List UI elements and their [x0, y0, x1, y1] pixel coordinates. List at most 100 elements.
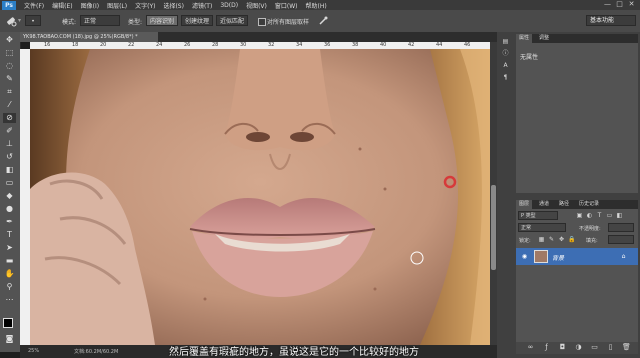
menu-select[interactable]: 选择(S): [159, 1, 188, 10]
video-subtitle: 然后覆盖有瑕疵的地方，虽说这是它的一个比较好的地方: [169, 347, 419, 358]
filter-pixel-icon[interactable]: ▣: [576, 212, 583, 219]
tab-history[interactable]: 历史记录: [576, 200, 602, 209]
path-select-tool-icon[interactable]: ➤: [3, 243, 16, 253]
menu-view[interactable]: 视图(V): [242, 1, 271, 10]
delete-layer-icon[interactable]: 🗑: [622, 343, 631, 352]
blur-tool-icon[interactable]: ◆: [3, 191, 16, 201]
layer-name[interactable]: 背景: [552, 253, 564, 262]
lock-position-icon[interactable]: ✥: [558, 236, 565, 243]
zoom-tool-icon[interactable]: ⚲: [3, 282, 16, 292]
tool-preset-arrow-icon[interactable]: ▾: [18, 17, 21, 24]
clone-stamp-tool-icon[interactable]: ⊥: [3, 139, 16, 149]
layers-panel: P 类型 ▣ ◐ T ▭ ◧ 正常 不透明度: 锁定: ▦ ✎ ✥ 🔒 填充:: [516, 209, 638, 354]
tab-channels[interactable]: 通道: [536, 200, 552, 209]
layer-thumbnail[interactable]: [534, 250, 548, 263]
opacity-field[interactable]: [608, 223, 634, 232]
ruler-mark: 32: [268, 42, 275, 48]
adjustment-layer-icon[interactable]: ◑: [574, 343, 583, 352]
type-label: 类型:: [128, 19, 143, 26]
move-tool-icon[interactable]: ✥: [3, 35, 16, 45]
menu-file[interactable]: 文件(F): [20, 1, 48, 10]
menu-help[interactable]: 帮助(H): [302, 1, 331, 10]
link-layers-icon[interactable]: ∞: [526, 343, 535, 352]
workspace-select[interactable]: 基本功能: [586, 15, 636, 26]
crop-tool-icon[interactable]: ⌗: [3, 87, 16, 97]
history-brush-tool-icon[interactable]: ↺: [3, 152, 16, 162]
filter-smart-icon[interactable]: ◧: [616, 212, 623, 219]
quick-mask-icon[interactable]: ◙: [3, 334, 16, 344]
shape-tool-icon[interactable]: ▬: [3, 256, 16, 266]
info-panel-icon[interactable]: ⓘ: [502, 50, 509, 57]
pressure-brush-icon[interactable]: [318, 16, 328, 26]
type-content-aware-button[interactable]: 内容识别: [146, 15, 179, 26]
filter-adjust-icon[interactable]: ◐: [586, 212, 593, 219]
lasso-tool-icon[interactable]: ◌: [3, 61, 16, 71]
brush-size-picker[interactable]: •: [25, 15, 41, 26]
fill-field[interactable]: [608, 235, 634, 244]
lock-paint-icon[interactable]: ✎: [548, 236, 555, 243]
maximize-icon[interactable]: □: [616, 1, 623, 8]
document-tab[interactable]: YK98.TAOBAO.COM (18).jpg @ 25%(RGB/8*) *: [20, 32, 158, 42]
dodge-tool-icon[interactable]: ●: [3, 204, 16, 214]
brush-tool-icon[interactable]: ✐: [3, 126, 16, 136]
character-panel-icon[interactable]: A: [502, 62, 509, 69]
tab-layers[interactable]: 图层: [516, 200, 533, 209]
ruler-mark: 26: [184, 42, 191, 48]
more-tools-icon[interactable]: ⋯: [3, 295, 16, 305]
type-proximity-match-button[interactable]: 近似匹配: [216, 15, 249, 26]
minimize-icon[interactable]: —: [604, 1, 611, 8]
foreground-color-swatch[interactable]: [3, 318, 13, 328]
ruler-mark: 30: [240, 42, 247, 48]
image-canvas[interactable]: [30, 49, 490, 345]
gradient-tool-icon[interactable]: ▭: [3, 178, 16, 188]
close-icon[interactable]: ✕: [628, 1, 635, 8]
spot-healing-brush-icon[interactable]: [4, 14, 18, 28]
eye-visibility-icon[interactable]: ◉: [521, 253, 528, 260]
filter-shape-icon[interactable]: ▭: [606, 212, 613, 219]
sample-all-layers-checkbox[interactable]: [258, 18, 266, 26]
spot-healing-tool-icon[interactable]: ⊘: [3, 113, 16, 123]
menu-3d[interactable]: 3D(D): [216, 2, 242, 9]
add-mask-icon[interactable]: ◘: [558, 343, 567, 352]
history-panel-icon[interactable]: ▤: [502, 38, 509, 45]
menu-filter[interactable]: 滤镜(T): [188, 1, 216, 10]
menu-edit[interactable]: 编辑(E): [48, 1, 76, 10]
paragraph-panel-icon[interactable]: ¶: [502, 74, 509, 81]
type-create-texture-button[interactable]: 创建纹理: [181, 15, 214, 26]
layers-tabs: 图层 通道 路径 历史记录: [516, 200, 638, 209]
lock-all-icon[interactable]: 🔒: [568, 236, 575, 243]
quick-select-tool-icon[interactable]: ✎: [3, 74, 16, 84]
new-layer-icon[interactable]: ▯: [606, 343, 615, 352]
properties-tabs: 属性 调整: [516, 34, 638, 43]
ruler-mark: 40: [380, 42, 387, 48]
layer-lock-icon: ⌂: [621, 253, 626, 260]
lock-pixels-icon[interactable]: ▦: [538, 236, 545, 243]
ruler-mark: 34: [296, 42, 303, 48]
ruler-mark: 46: [464, 42, 471, 48]
new-group-icon[interactable]: ▭: [590, 343, 599, 352]
scrollbar-thumb[interactable]: [491, 185, 496, 270]
ruler-mark: 18: [72, 42, 79, 48]
menu-type[interactable]: 文字(Y): [131, 1, 159, 10]
hand-tool-icon[interactable]: ✋: [3, 269, 16, 279]
layer-filter-select[interactable]: P 类型: [518, 211, 558, 220]
blend-mode-select[interactable]: 正常: [518, 223, 566, 232]
eraser-tool-icon[interactable]: ◧: [3, 165, 16, 175]
ruler-mark: 42: [408, 42, 415, 48]
pen-tool-icon[interactable]: ✒: [3, 217, 16, 227]
tab-paths[interactable]: 路径: [556, 200, 572, 209]
marquee-tool-icon[interactable]: ⬚: [3, 48, 16, 58]
menu-layer[interactable]: 图层(L): [103, 1, 131, 10]
mode-select[interactable]: 正常: [80, 15, 120, 26]
filter-type-icon[interactable]: T: [596, 212, 603, 219]
face-photo: [30, 49, 490, 345]
tab-properties[interactable]: 属性: [516, 34, 533, 43]
ruler-mark: 44: [436, 42, 443, 48]
menu-window[interactable]: 窗口(W): [271, 1, 302, 10]
layer-style-icon[interactable]: ƒ: [542, 343, 551, 352]
tab-adjustments[interactable]: 调整: [536, 34, 552, 43]
zoom-level[interactable]: 25%: [28, 348, 39, 354]
type-tool-icon[interactable]: T: [3, 230, 16, 240]
menu-image[interactable]: 图像(I): [77, 1, 103, 10]
eyedropper-tool-icon[interactable]: ⁄: [3, 100, 16, 110]
